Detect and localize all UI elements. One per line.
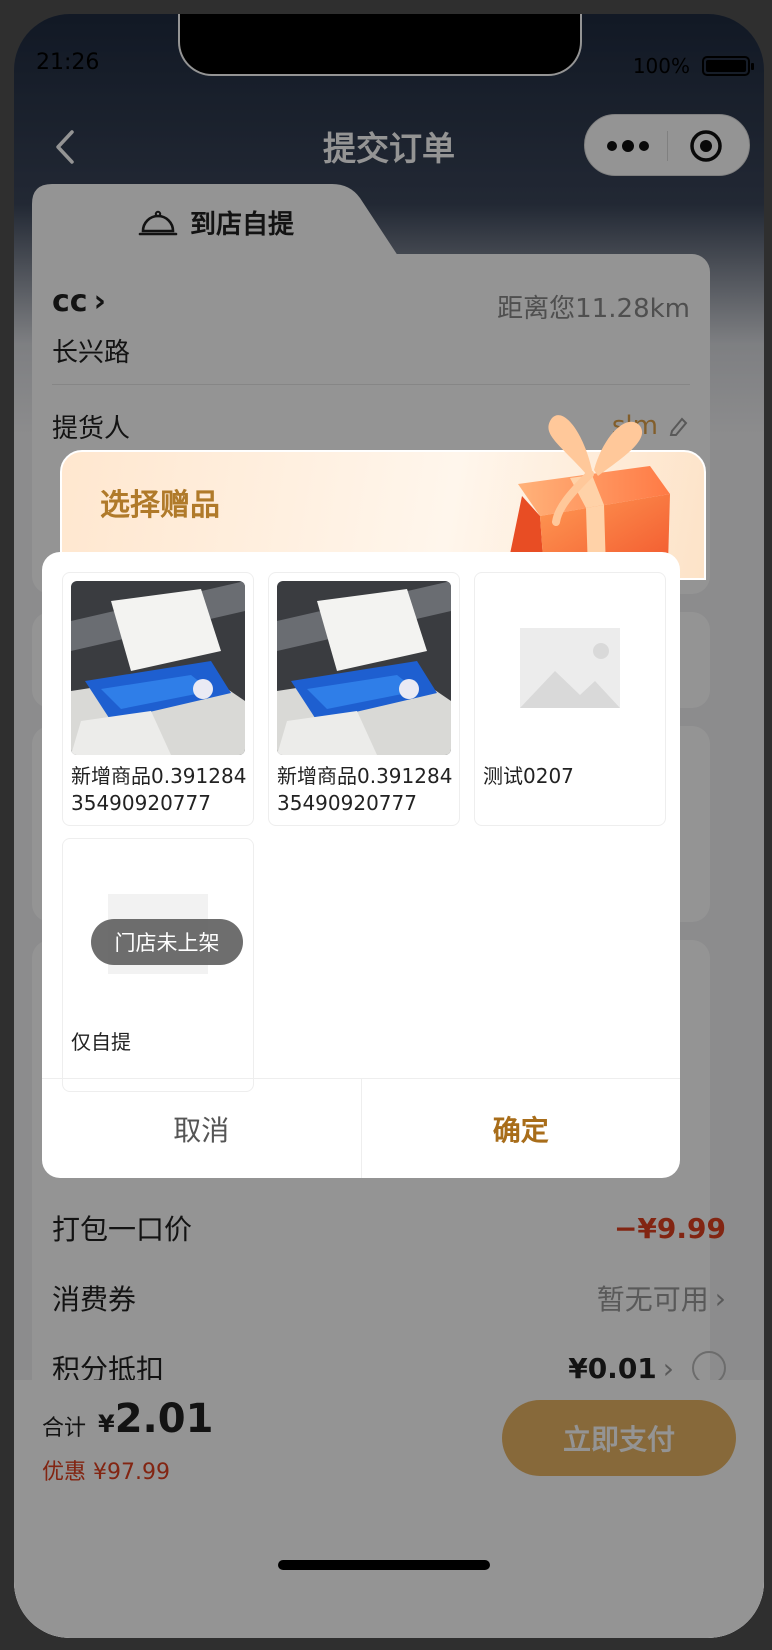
gift-item-name: 新增商品0.39128435490920777 — [71, 764, 247, 815]
product-image: 门店未上架 — [71, 847, 245, 1021]
product-image — [483, 581, 657, 755]
gift-box-icon — [510, 415, 670, 572]
product-image — [71, 581, 245, 755]
gift-item-name: 测试0207 — [483, 764, 574, 788]
gift-item[interactable]: 门店未上架 仅自提 — [62, 838, 254, 1092]
product-image — [277, 581, 451, 755]
gift-item-name: 仅自提 — [71, 1030, 131, 1054]
phone-screen: 21:26 100% 提交订单 到店自提 cc › 长兴路 距离您11.28km… — [14, 14, 764, 1638]
tissue-photo-icon — [71, 581, 245, 755]
offshelf-badge: 门店未上架 — [91, 919, 243, 965]
placeholder-image-icon — [520, 628, 620, 708]
tissue-photo-icon — [277, 581, 451, 755]
gift-item[interactable]: 测试0207 — [474, 572, 666, 826]
gift-item[interactable]: 新增商品0.39128435490920777 — [62, 572, 254, 826]
cancel-button[interactable]: 取消 — [42, 1079, 362, 1178]
gift-item[interactable]: 新增商品0.39128435490920777 — [268, 572, 460, 826]
gift-item-name: 新增商品0.39128435490920777 — [277, 764, 453, 815]
modal-footer: 取消 确定 — [42, 1078, 680, 1178]
modal-title: 选择赠品 — [100, 488, 220, 523]
gift-modal: 新增商品0.39128435490920777 新增商品0.3912843549… — [42, 552, 680, 1178]
confirm-button[interactable]: 确定 — [362, 1079, 681, 1178]
